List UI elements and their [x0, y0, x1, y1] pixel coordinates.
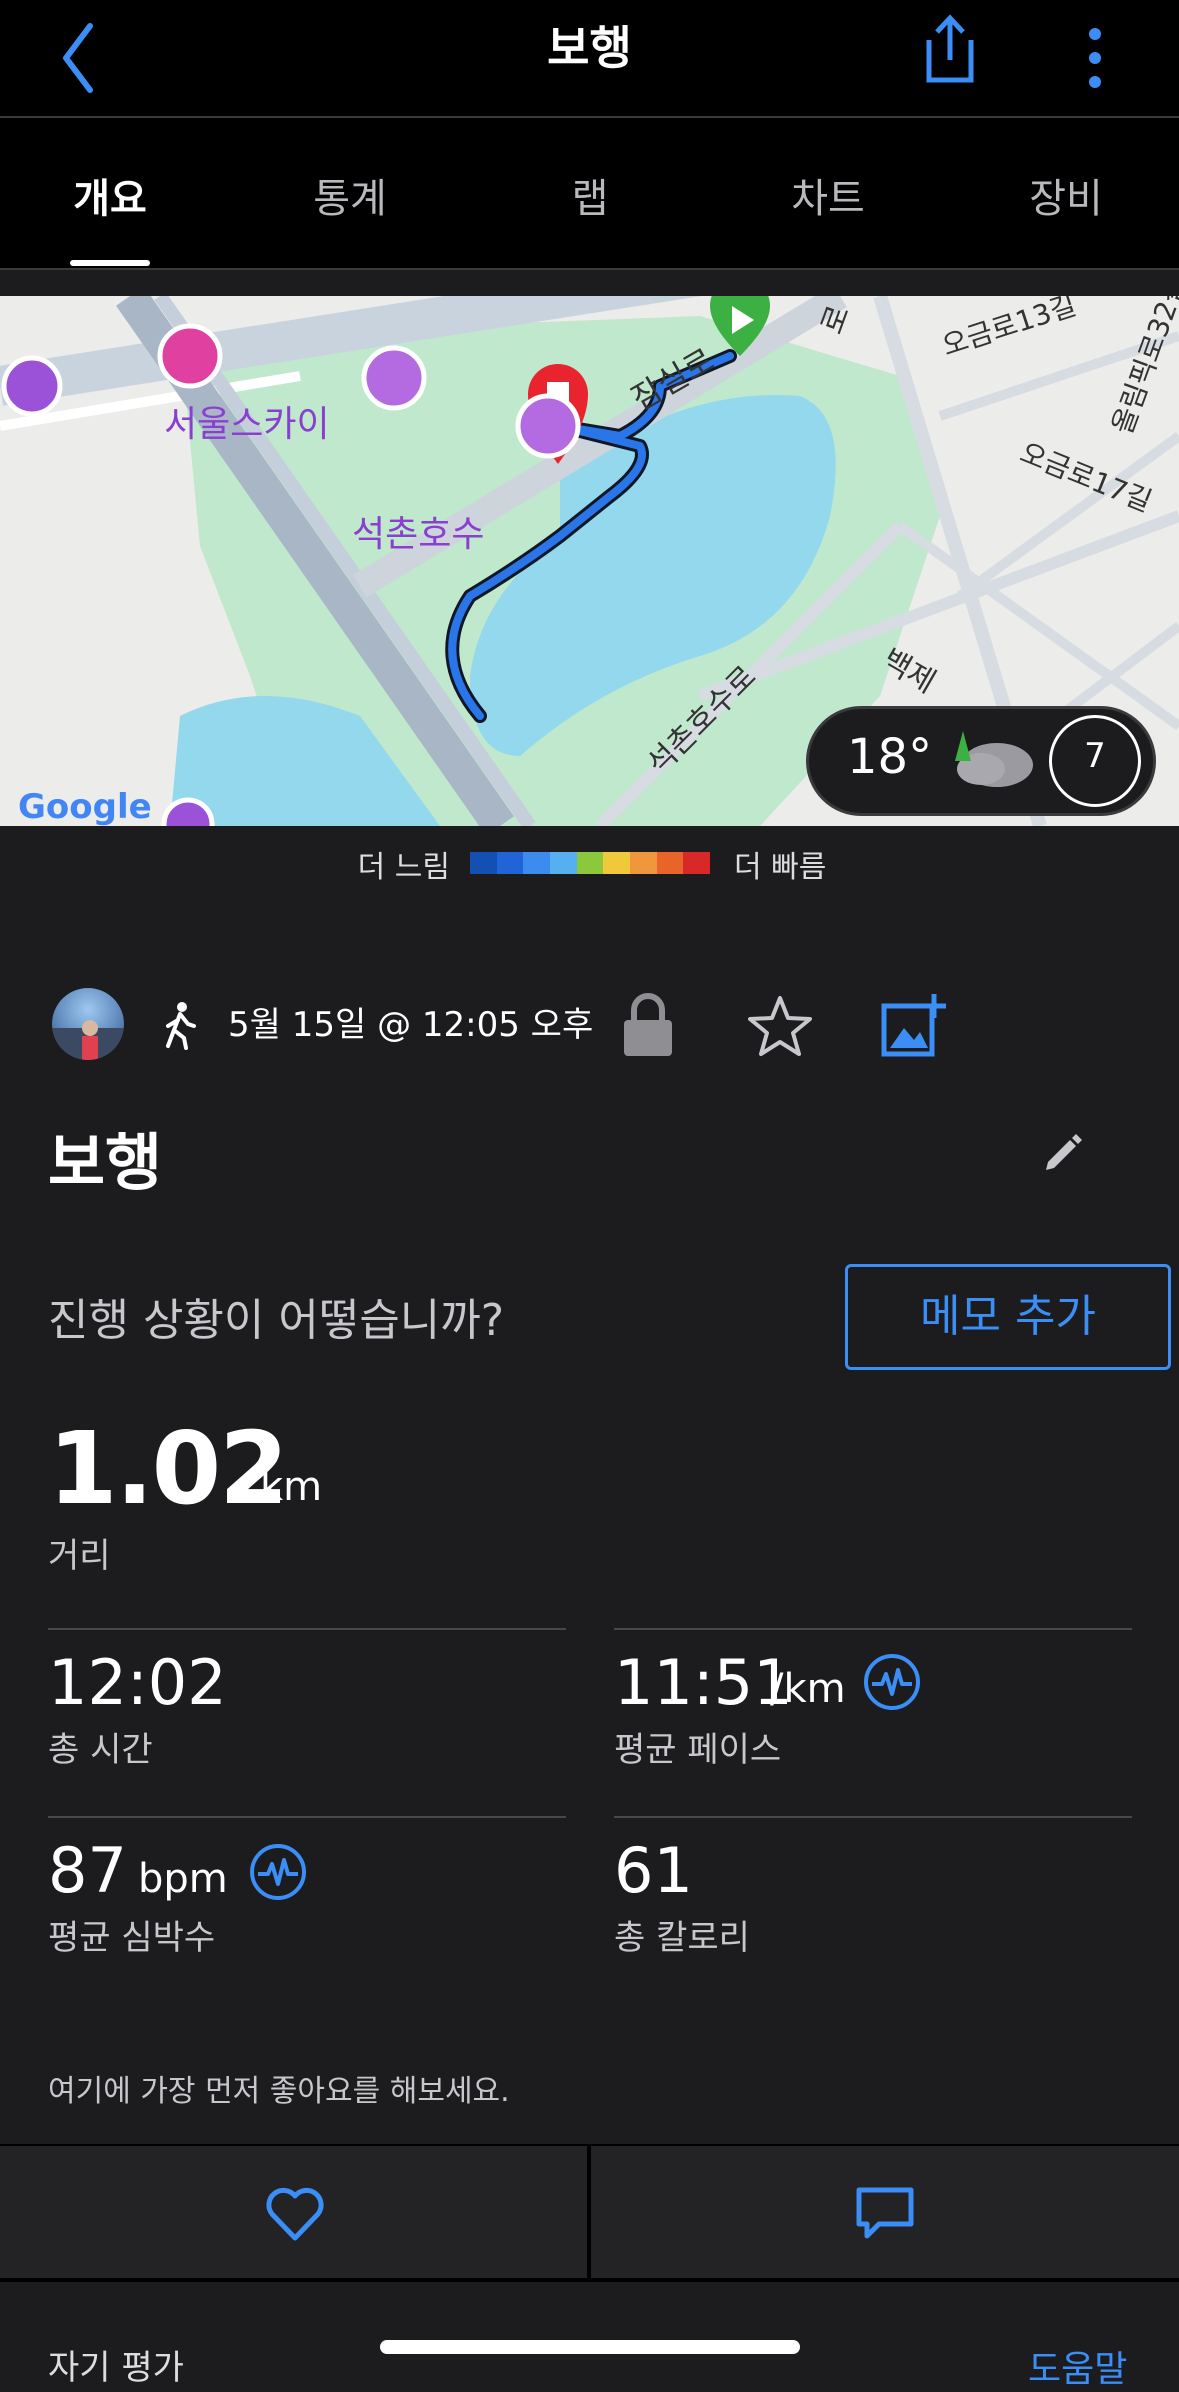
total-time-value: 12:02: [48, 1646, 227, 1719]
weather-temperature: 18°: [847, 729, 933, 785]
cloud-icon: [955, 731, 1033, 787]
pace-legend-bar: [470, 852, 711, 874]
avg-hr-unit: bpm: [138, 1856, 228, 1902]
svg-text:서울스카이: 서울스카이: [164, 404, 330, 445]
comment-icon: [856, 2187, 914, 2239]
distance-value: 1.02: [48, 1410, 289, 1527]
favorite-button[interactable]: [748, 994, 812, 1058]
avg-hr-label: 평균 심박수: [48, 1918, 216, 1958]
pencil-icon: [1046, 1134, 1082, 1170]
wind-icon: 7: [1049, 715, 1141, 807]
tab-charts[interactable]: 차트: [728, 166, 928, 224]
privacy-lock-button[interactable]: [620, 992, 676, 1058]
tab-bar: 개요 통계 랩 차트 장비: [0, 118, 1179, 268]
pace-chart-button[interactable]: [862, 1652, 922, 1712]
heartbeat-icon: [250, 1844, 306, 1900]
total-time-label: 총 시간: [48, 1730, 153, 1770]
avatar-photo: [52, 1020, 124, 1060]
heartbeat-icon: [864, 1654, 920, 1710]
hr-chart-button[interactable]: [248, 1842, 308, 1902]
page-title: 보행: [547, 21, 632, 75]
home-indicator[interactable]: [380, 2340, 800, 2354]
stat-divider: [48, 1816, 566, 1818]
heart-icon: [266, 2187, 324, 2241]
wind-speed: 7: [1084, 736, 1106, 776]
share-icon: [926, 14, 974, 83]
pace-legend-slow: 더 느림: [357, 850, 450, 885]
distance-unit: km: [260, 1464, 323, 1510]
calories-label: 총 칼로리: [614, 1918, 750, 1958]
lock-icon: [624, 993, 672, 1056]
tabs-divider: [0, 268, 1179, 270]
tab-gear[interactable]: 장비: [966, 166, 1166, 224]
avatar[interactable]: [52, 988, 124, 1060]
progress-prompt: 진행 상황이 어떻습니까?: [48, 1295, 505, 1346]
add-photo-button[interactable]: [880, 992, 948, 1060]
more-options-button[interactable]: [1070, 14, 1120, 94]
active-tab-indicator: [70, 260, 150, 266]
stat-divider: [614, 1816, 1132, 1818]
like-button[interactable]: [0, 2146, 587, 2278]
activity-title: 보행: [48, 1126, 163, 1199]
tab-laps[interactable]: 랩: [490, 166, 690, 224]
add-memo-button[interactable]: 메모 추가: [845, 1264, 1171, 1370]
svg-text:석촌호수: 석촌호수: [352, 514, 484, 555]
tab-overview[interactable]: 개요: [10, 166, 210, 224]
weather-badge: 18° 7: [806, 706, 1156, 816]
walking-icon: [160, 1000, 200, 1050]
likes-prompt: 여기에 가장 먼저 좋아요를 해보세요.: [48, 2074, 510, 2109]
avg-pace-unit: /km: [770, 1666, 846, 1712]
star-icon: [748, 996, 812, 1056]
self-evaluation-heading: 자기 평가: [48, 2348, 184, 2388]
button-row-divider: [0, 2278, 1179, 2282]
more-vertical-icon: [1089, 28, 1101, 88]
add-photo-icon: [881, 994, 946, 1057]
route-map[interactable]: 서울스카이 석촌호수 잠실로 오금로13길 오금로17길 올림픽로32길 석촌호…: [0, 296, 1179, 826]
stat-divider: [48, 1628, 566, 1630]
calories-value: 61: [614, 1834, 693, 1907]
avg-pace-label: 평균 페이스: [614, 1730, 782, 1770]
svg-text:Google: Google: [18, 787, 152, 826]
avg-hr-value: 87: [48, 1834, 127, 1907]
comment-button[interactable]: [591, 2146, 1179, 2278]
stat-divider: [614, 1628, 1132, 1630]
edit-title-button[interactable]: [1040, 1128, 1088, 1176]
distance-label: 거리: [48, 1536, 111, 1576]
pace-legend-fast: 더 빠름: [734, 850, 827, 885]
activity-date: 5월 15일 @ 12:05 오후: [228, 1005, 594, 1045]
help-link[interactable]: 도움말: [1028, 2340, 1127, 2392]
share-button[interactable]: [915, 10, 985, 90]
avg-pace-value: 11:51: [614, 1646, 793, 1719]
tab-stats[interactable]: 통계: [250, 166, 450, 224]
